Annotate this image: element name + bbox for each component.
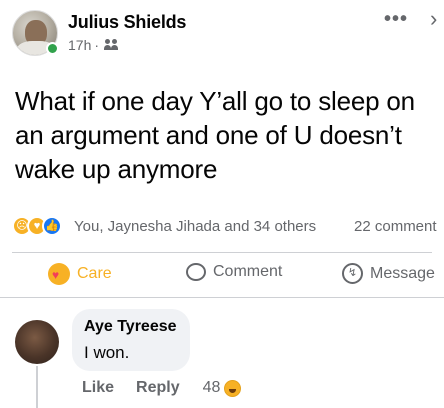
comment-count[interactable]: 22 comment <box>354 218 437 235</box>
like-reaction-icon: 👍 <box>42 216 62 236</box>
reaction-icons[interactable]: ☹ ♥ 👍 <box>12 216 70 236</box>
action-bar: Care Comment ↯ Message <box>0 258 444 294</box>
comment-label: Comment <box>213 263 283 280</box>
comment-like-button[interactable]: Like <box>82 379 114 397</box>
care-button[interactable]: Care <box>48 263 112 285</box>
comments-divider <box>0 297 444 298</box>
more-horizontal-icon[interactable]: ••• <box>384 8 408 31</box>
online-status-icon <box>46 42 59 55</box>
comment-icon <box>186 263 206 281</box>
post-text: What if one day Y’all go to sleep on an … <box>15 86 415 184</box>
laugh-reaction-icon <box>224 379 242 397</box>
care-icon <box>48 263 70 285</box>
post-author-name[interactable]: Julius Shields <box>68 12 186 33</box>
comment-reply-button[interactable]: Reply <box>136 379 180 397</box>
thread-line <box>36 366 38 408</box>
commenter-avatar[interactable] <box>15 320 59 364</box>
reactions-row: ☹ ♥ 👍 You, Jaynesha Jihada and 34 others… <box>0 212 444 240</box>
comment-reaction-count[interactable]: 48 <box>203 379 221 397</box>
meta-separator: · <box>94 37 100 53</box>
comment-button[interactable]: Comment <box>186 263 282 281</box>
post-meta: 17h · <box>68 37 120 53</box>
comment-actions: Like Reply 48 <box>82 379 242 397</box>
messenger-icon: ↯ <box>342 263 363 284</box>
message-label: Message <box>370 264 435 282</box>
friends-audience-icon <box>104 39 120 51</box>
comment-bubble: Aye Tyreese I won. <box>72 309 190 371</box>
reaction-summary[interactable]: You, Jaynesha Jihada and 34 others <box>74 218 316 235</box>
message-button[interactable]: ↯ Message <box>342 263 435 284</box>
close-icon[interactable]: › <box>430 6 437 32</box>
post-time[interactable]: 17h <box>68 37 91 53</box>
post-header: Julius Shields 17h · ••• › <box>0 0 444 70</box>
commenter-name[interactable]: Aye Tyreese <box>84 318 177 336</box>
action-divider <box>12 252 432 253</box>
comment-text: I won. <box>84 343 130 362</box>
care-label: Care <box>77 265 112 282</box>
